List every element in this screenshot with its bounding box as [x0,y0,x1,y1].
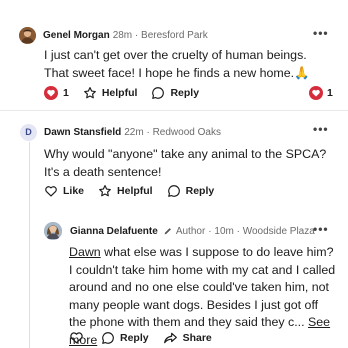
comment-actions: 1 Helpful Reply [44,86,213,100]
comment-text: I just can't get over the cruelty of hum… [44,48,310,80]
helpful-button[interactable]: Helpful [83,86,138,100]
pencil-icon [164,228,171,235]
like-button[interactable] [69,330,89,345]
author-tag-label: Author [175,225,206,237]
comment-header: D Dawn Stansfield 22m · Redwood Oaks [20,122,221,142]
mention-link[interactable]: Dawn [69,245,101,259]
reply-bubble-icon [152,87,165,99]
comment-meta: 28m · Beresford Park [112,29,208,41]
heart-reaction-icon [309,86,323,100]
heart-outline-icon [70,332,83,344]
share-button[interactable]: Share [163,331,212,345]
comment-genel-morgan: Genel Morgan 28m · Beresford Park ••• I … [0,0,348,108]
reply-gianna-delafuente: Gianna Delafuente Author · 10m · Woodsid… [0,216,348,348]
reaction-count[interactable]: 1 [44,86,69,100]
share-label: Share [182,331,212,344]
comment-text: Why would "anyone" take any animal to th… [44,147,327,179]
reply-body: what else was I suppose to do leave him?… [69,245,336,329]
reply-label: Reply [185,185,215,197]
like-label: Like [63,185,85,197]
comment-actions: Reply Share [69,330,226,345]
heart-outline-icon [45,186,57,197]
reply-label: Reply [170,87,200,99]
helpful-label: Helpful [101,87,138,99]
reply-bubble-icon [102,331,114,344]
avatar[interactable] [44,222,62,240]
share-arrow-icon [163,332,177,343]
comment-actions: Like Helpful Reply [44,184,228,198]
reply-label: Reply [120,331,149,344]
helpful-button[interactable]: Helpful [98,184,153,198]
author-tag: Author [163,226,205,237]
reaction-count-label: 1 [63,87,69,99]
comment-meta: 22m · Redwood Oaks [124,126,221,138]
author-name[interactable]: Gianna Delafuente [70,226,158,237]
reply-bubble-icon [167,185,180,197]
avatar-letter: D [25,127,32,137]
star-icon [99,185,111,197]
comment-header: Gianna Delafuente Author · 10m · Woodsid… [44,221,315,241]
reply-button[interactable]: Reply [151,86,199,100]
helpful-label: Helpful [117,185,153,197]
author-name[interactable]: Dawn Stansfield [44,127,121,138]
divider [0,110,348,111]
right-reaction-count[interactable]: 1 [309,86,333,100]
comment-header: Genel Morgan 28m · Beresford Park [19,25,208,45]
avatar[interactable] [19,26,36,44]
avatar[interactable]: D [20,123,37,141]
heart-reaction-icon [44,86,58,100]
author-name[interactable]: Genel Morgan [43,30,110,41]
like-button[interactable]: Like [44,184,84,198]
more-options-icon[interactable]: ••• [313,122,329,136]
reply-button[interactable]: Reply [101,331,149,345]
star-icon [83,87,96,99]
more-options-icon[interactable]: ••• [313,222,329,236]
more-options-icon[interactable]: ••• [313,26,329,40]
reply-button[interactable]: Reply [167,184,215,198]
right-reaction-count-label: 1 [327,87,333,99]
comment-meta: · 10m · Woodside Plaza [208,225,315,237]
